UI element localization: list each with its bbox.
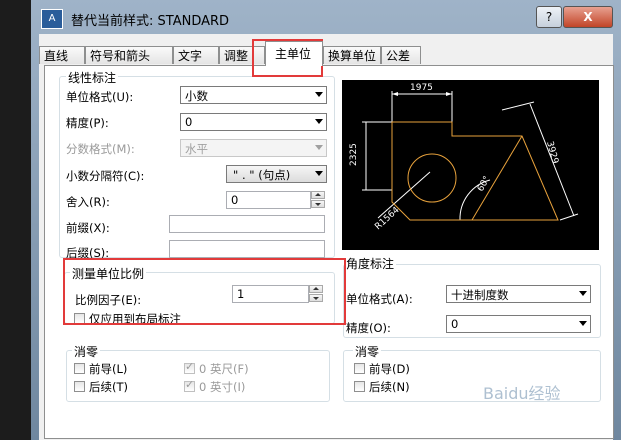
chevron-down-icon <box>579 321 587 326</box>
angular-leading-zero-checkbox[interactable] <box>354 363 365 374</box>
angular-precision-value: 0 <box>451 317 459 331</box>
layout-only-checkbox[interactable] <box>74 313 85 324</box>
preview-drawing: 1975 2325 3929 60° R1564 <box>349 83 579 232</box>
tab-text[interactable]: 文字 <box>173 46 219 64</box>
tab-primary-units[interactable]: 主单位 <box>265 41 323 66</box>
tab-lines[interactable]: 直线 <box>39 46 85 64</box>
dimension-preview: 1975 2325 3929 60° R1564 <box>342 80 599 250</box>
spin-down-icon[interactable] <box>311 200 325 208</box>
angular-unit-format-value: 十进制度数 <box>451 288 509 302</box>
roundoff-input[interactable]: 0 <box>226 191 311 209</box>
roundoff-value: 0 <box>231 193 239 207</box>
angular-unit-format-select[interactable]: 十进制度数 <box>446 285 591 303</box>
chevron-down-icon <box>315 145 323 150</box>
precision-value: 0 <box>185 115 193 129</box>
angular-trailing-zero-checkbox[interactable] <box>354 381 365 392</box>
preview-dim-angle: 60° <box>476 175 493 194</box>
roundoff-spinner[interactable] <box>311 191 325 209</box>
tab-tolerances[interactable]: 公差 <box>381 46 421 64</box>
zero-left-title: 消零 <box>72 343 101 360</box>
angular-group-title: 角度标注 <box>344 255 397 272</box>
unit-format-select[interactable]: 小数 <box>180 86 327 104</box>
suffix-input[interactable] <box>169 240 325 258</box>
help-button[interactable]: ? <box>536 6 562 28</box>
layout-only-label: 仅应用到布局标注 <box>89 312 181 326</box>
decimal-separator-value: " . " (句点) <box>233 168 291 182</box>
spin-up-icon[interactable] <box>309 285 323 293</box>
angular-precision-label: 精度(O): <box>346 321 391 335</box>
tab-alternate-units[interactable]: 换算单位 <box>323 46 381 64</box>
fraction-format-label: 分数格式(M): <box>66 142 135 156</box>
linear-group-title: 线性标注 <box>66 69 119 86</box>
title-bar: A 替代当前样式: STANDARD ? X <box>31 0 621 34</box>
scale-factor-input[interactable]: 1 <box>232 285 309 303</box>
precision-select[interactable]: 0 <box>180 113 327 131</box>
zero-inches-checkbox <box>184 378 195 392</box>
scale-factor-spinner[interactable] <box>309 285 323 303</box>
angular-unit-format-label: 单位格式(A): <box>346 292 413 306</box>
unit-format-label: 单位格式(U): <box>66 90 134 104</box>
tab-symbols-arrows[interactable]: 符号和箭头 <box>85 46 173 64</box>
scale-group-title: 测量单位比例 <box>70 265 147 282</box>
trailing-zero-label: 后续(T) <box>89 380 128 394</box>
zero-feet-checkbox <box>184 360 195 374</box>
chevron-down-icon <box>315 92 323 97</box>
preview-dim-left: 2325 <box>349 143 359 166</box>
scale-factor-label: 比例因子(E): <box>75 293 142 307</box>
angular-leading-zero-label: 前导(D) <box>369 362 410 376</box>
scale-factor-value: 1 <box>237 287 245 301</box>
unit-format-value: 小数 <box>185 89 208 103</box>
chevron-down-icon <box>579 291 587 296</box>
leading-zero-checkbox[interactable] <box>74 363 85 374</box>
spin-up-icon[interactable] <box>311 191 325 199</box>
decimal-separator-select[interactable]: " . " (句点) <box>226 165 327 183</box>
chevron-down-icon <box>315 171 323 176</box>
suffix-label: 后缀(S): <box>66 246 110 260</box>
zero-feet-label: 0 英尺(F) <box>199 362 249 376</box>
tab-fit[interactable]: 调整 <box>219 46 265 64</box>
zero-inches-label: 0 英寸(I) <box>199 380 246 394</box>
spin-down-icon[interactable] <box>309 294 323 302</box>
chevron-down-icon <box>315 119 323 124</box>
window-title: 替代当前样式: STANDARD <box>71 14 230 29</box>
zero-right-title: 消零 <box>353 343 382 360</box>
preview-dim-top: 1975 <box>410 83 433 93</box>
precision-label: 精度(P): <box>66 116 109 130</box>
fraction-format-value: 水平 <box>185 142 208 156</box>
angular-trailing-zero-label: 后续(N) <box>369 380 410 394</box>
prefix-input[interactable] <box>169 215 325 233</box>
trailing-zero-checkbox[interactable] <box>74 381 85 392</box>
decimal-separator-label: 小数分隔符(C): <box>66 169 145 183</box>
preview-dim-right: 3929 <box>544 140 560 165</box>
prefix-label: 前缀(X): <box>66 221 110 235</box>
fraction-format-select: 水平 <box>180 139 327 157</box>
leading-zero-label: 前导(L) <box>89 362 128 376</box>
app-icon: A <box>41 9 63 29</box>
close-button[interactable]: X <box>563 6 613 28</box>
roundoff-label: 舍入(R): <box>66 195 110 209</box>
watermark-text: Baidu经验 <box>483 384 561 403</box>
angular-precision-select[interactable]: 0 <box>446 315 591 333</box>
